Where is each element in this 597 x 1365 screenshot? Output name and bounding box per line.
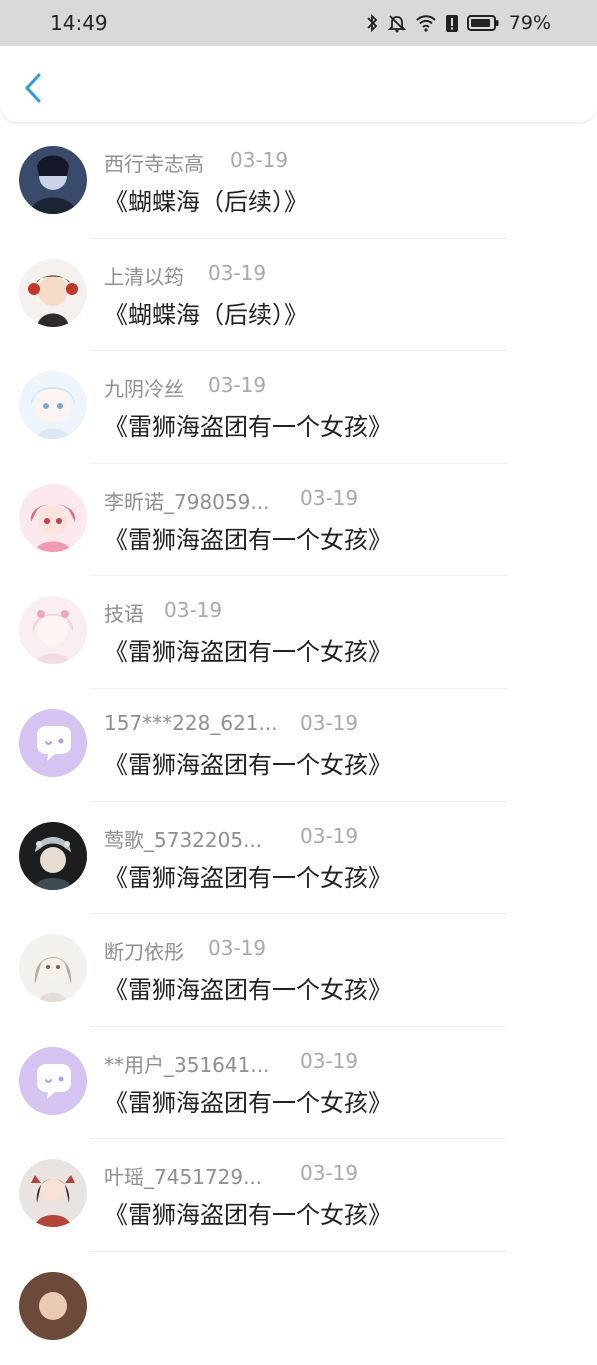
list-item[interactable]: 九阴冷丝 03-19 《雷狮海盗团有一个女孩》 [0, 351, 597, 464]
avatar[interactable] [19, 1159, 87, 1228]
username[interactable]: 莺歌_5732205... [104, 824, 262, 853]
username[interactable]: 技语 [104, 598, 144, 627]
list-item-meta: 技语 03-19 [104, 598, 574, 626]
list-item[interactable]: 上清以筠 03-19 《蝴蝶海（后续）》 [0, 239, 597, 352]
battery-icon [466, 14, 499, 32]
back-button[interactable] [16, 68, 50, 108]
avatar[interactable] [19, 146, 87, 214]
list-item[interactable]: 李昕诺_798059... 03-19 《雷狮海盗团有一个女孩》 [0, 464, 597, 577]
list-item[interactable]: 技语 03-19 《雷狮海盗团有一个女孩》 [0, 576, 597, 689]
avatar[interactable] [19, 934, 87, 1003]
message-text: 《雷狮海盗团有一个女孩》 [104, 750, 392, 779]
username[interactable]: 断刀依彤 [104, 936, 184, 965]
date: 03-19 [300, 1161, 359, 1186]
list-item-meta: 西行寺志高 03-19 [104, 148, 574, 176]
list-item[interactable]: 叶瑶_7451729... 03-19 《雷狮海盗团有一个女孩》 [0, 1139, 597, 1252]
message-text: 《雷狮海盗团有一个女孩》 [104, 413, 392, 442]
list-item-meta: 九阴冷丝 03-19 [104, 373, 574, 401]
avatar[interactable] [19, 821, 87, 890]
username[interactable]: 157***228_621... [104, 711, 278, 735]
username[interactable]: 李昕诺_798059... [104, 486, 269, 515]
avatar[interactable] [19, 371, 87, 440]
alert-icon [445, 13, 459, 33]
message-text: 《雷狮海盗团有一个女孩》 [104, 525, 392, 554]
message-text: 《雷狮海盗团有一个女孩》 [104, 976, 392, 1005]
date: 03-19 [300, 485, 359, 510]
list-item-meta: 李昕诺_798059... 03-19 [104, 486, 574, 514]
username[interactable]: **用户_351641... [104, 1049, 269, 1078]
battery-percent: 79% [508, 12, 551, 34]
date: 03-19 [300, 823, 359, 848]
avatar[interactable] [19, 1271, 87, 1340]
status-icons: 79% [365, 12, 551, 34]
date: 03-19 [300, 1048, 359, 1073]
message-text: 《蝴蝶海（后续）》 [104, 300, 308, 329]
date: 03-19 [164, 598, 223, 623]
chat-bubble-icon [19, 1046, 87, 1115]
username[interactable]: 九阴冷丝 [104, 373, 184, 402]
date: 03-19 [230, 148, 289, 172]
message-text: 《雷狮海盗团有一个女孩》 [104, 638, 392, 667]
message-text: 《雷狮海盗团有一个女孩》 [104, 1201, 392, 1230]
list-item[interactable]: 断刀依彤 03-19 《雷狮海盗团有一个女孩》 [0, 914, 597, 1027]
date: 03-19 [208, 260, 267, 285]
message-text: 《雷狮海盗团有一个女孩》 [104, 1088, 392, 1117]
chevron-left-icon [25, 73, 41, 103]
bluetooth-icon [365, 13, 379, 33]
avatar[interactable] [19, 258, 87, 327]
message-text: 《雷狮海盗团有一个女孩》 [104, 863, 392, 892]
list-item-meta: 莺歌_5732205... 03-19 [104, 824, 574, 852]
avatar[interactable] [19, 1046, 87, 1115]
date: 03-19 [208, 936, 267, 961]
wifi-icon [415, 14, 437, 32]
list-item[interactable]: 157***228_621... 03-19 《雷狮海盗团有一个女孩》 [0, 689, 597, 802]
chat-bubble-icon [19, 708, 87, 777]
list-item-meta: 上清以筠 03-19 [104, 261, 574, 289]
bell-off-icon [387, 13, 407, 33]
list-item-meta: 157***228_621... 03-19 [104, 711, 574, 739]
date: 03-19 [208, 373, 267, 398]
list-item-meta: **用户_351641... 03-19 [104, 1049, 574, 1077]
avatar[interactable] [19, 708, 87, 777]
list-item[interactable]: **用户_351641... 03-19 《雷狮海盗团有一个女孩》 [0, 1027, 597, 1140]
status-time: 14:49 [50, 11, 108, 35]
list-item[interactable]: 西行寺志高 03-19 《蝴蝶海（后续）》 [0, 126, 597, 239]
avatar[interactable] [19, 596, 87, 665]
header-bar [0, 46, 597, 122]
list-item[interactable] [0, 1252, 597, 1365]
status-bar: 14:49 79% [0, 0, 597, 46]
list-item-meta: 断刀依彤 03-19 [104, 936, 574, 964]
username[interactable]: 上清以筠 [104, 261, 184, 290]
date: 03-19 [300, 710, 359, 735]
message-text: 《蝴蝶海（后续）》 [104, 188, 308, 216]
comment-list: 西行寺志高 03-19 《蝴蝶海（后续）》 上清以筠 03-19 《蝴蝶海（后续… [0, 126, 597, 1365]
list-item-meta: 叶瑶_7451729... 03-19 [104, 1161, 574, 1189]
avatar[interactable] [19, 483, 87, 552]
username[interactable]: 叶瑶_7451729... [104, 1161, 262, 1190]
username[interactable]: 西行寺志高 [104, 148, 204, 177]
list-item[interactable]: 莺歌_5732205... 03-19 《雷狮海盗团有一个女孩》 [0, 802, 597, 915]
